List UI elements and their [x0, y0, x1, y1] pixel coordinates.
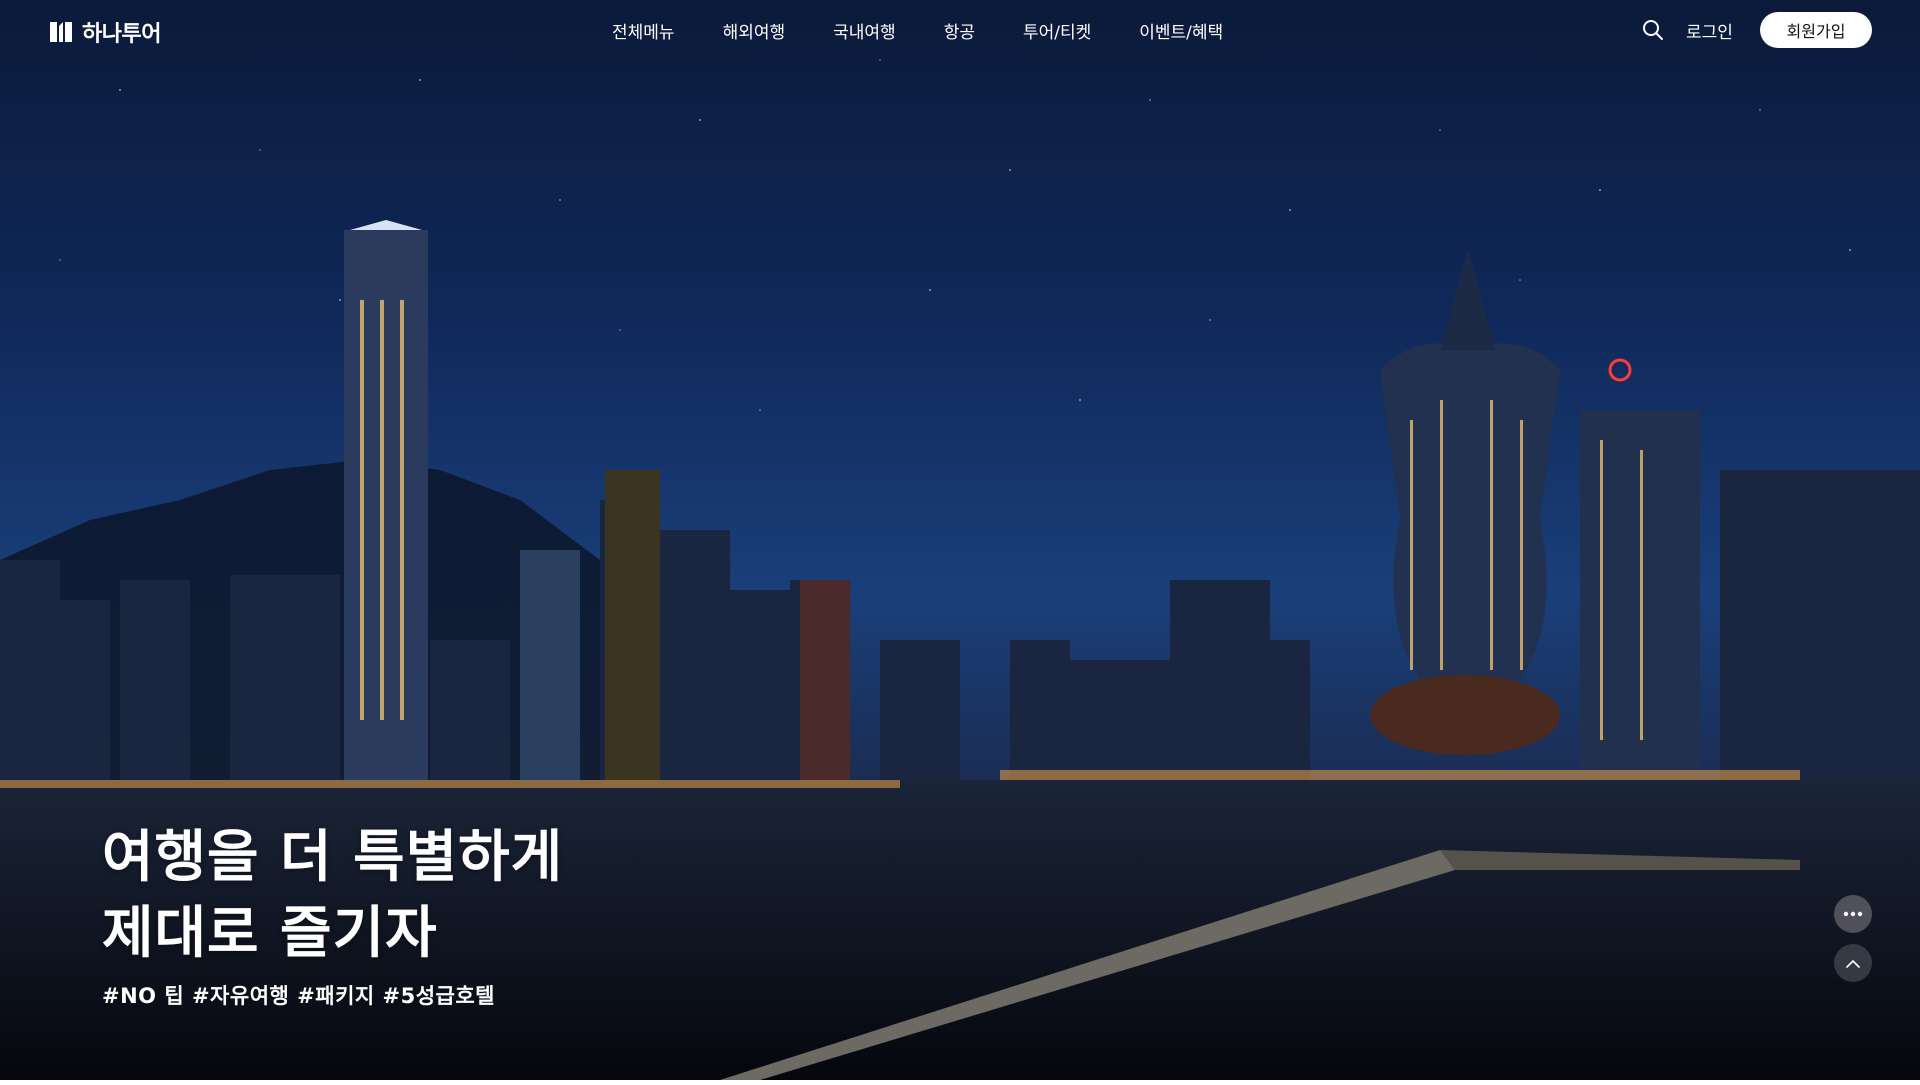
headline-line-1: 여행을 더 특별하게 [102, 825, 564, 890]
hero-hashtags: #NO 팁 #자유여행 #패키지 #5성급호텔 [102, 984, 496, 1008]
page-bottom-edge [0, 1080, 1920, 1085]
headline-line-2: 제대로 즐기자 [102, 901, 438, 966]
main-nav: 전체메뉴 해외여행 국내여행 항공 투어/티켓 이벤트/혜택 [588, 0, 1247, 60]
nav-item-events-benefits[interactable]: 이벤트/혜택 [1115, 18, 1247, 43]
nav-item-all-menu[interactable]: 전체메뉴 [588, 18, 699, 43]
nav-item-overseas-travel[interactable]: 해외여행 [699, 18, 810, 43]
login-link[interactable]: 로그인 [1686, 18, 1733, 43]
more-menu-button[interactable] [1834, 895, 1872, 933]
scroll-to-top-button[interactable] [1834, 944, 1872, 982]
chevron-up-icon [1846, 959, 1860, 968]
nav-item-tours-tickets[interactable]: 투어/티켓 [999, 18, 1115, 43]
nav-item-domestic-travel[interactable]: 국내여행 [809, 18, 920, 43]
brand-name: 하나투어 [82, 22, 161, 47]
more-dots-icon [1843, 911, 1863, 917]
search-icon[interactable] [1642, 19, 1664, 41]
hanatour-logo-icon [50, 22, 72, 42]
brand-logo[interactable]: 하나투어 [48, 16, 161, 48]
nav-item-flights[interactable]: 항공 [920, 18, 999, 43]
hero-headline: 여행을 더 특별하게 제대로 즐기자 #NO 팁 #자유여행 #패키지 #5성급… [102, 820, 563, 1010]
top-header: 하나투어 전체메뉴 해외여행 국내여행 항공 투어/티켓 이벤트/혜택 로그인 … [0, 0, 1920, 60]
signup-button[interactable]: 회원가입 [1760, 12, 1872, 48]
